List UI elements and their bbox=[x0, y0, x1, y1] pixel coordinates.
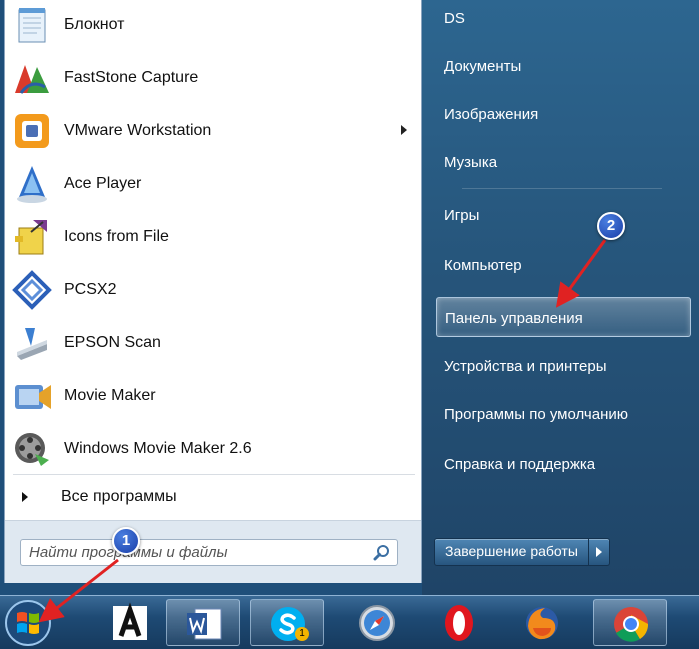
program-label: VMware Workstation bbox=[64, 122, 212, 139]
shutdown-options-button[interactable] bbox=[588, 538, 610, 566]
program-item-faststone-capture[interactable]: FastStone Capture bbox=[5, 53, 421, 103]
program-label: Ace Player bbox=[64, 175, 142, 192]
ace-player-icon bbox=[17, 166, 47, 203]
place-label: Музыка bbox=[444, 154, 498, 171]
place-label: Справка и поддержка bbox=[444, 456, 596, 473]
place-help-and-support[interactable]: Справка и поддержка bbox=[436, 448, 691, 482]
expand-arrow-icon bbox=[22, 492, 28, 502]
taskbar: 1 bbox=[0, 595, 699, 649]
taskbar-skype[interactable]: 1 bbox=[250, 599, 324, 646]
movie-maker-icon bbox=[15, 385, 51, 409]
separator bbox=[462, 188, 662, 189]
place-label: Изображения bbox=[444, 106, 539, 123]
font-viewer-icon bbox=[113, 602, 147, 640]
place-music[interactable]: Музыка bbox=[436, 146, 691, 180]
opera-icon bbox=[445, 605, 473, 641]
place-user-ds[interactable]: DS bbox=[436, 2, 691, 36]
program-item-pcsx2[interactable]: PCSX2 bbox=[5, 265, 421, 315]
taskbar-word[interactable] bbox=[166, 599, 240, 646]
epson-scan-icon bbox=[17, 328, 47, 360]
program-item-ace-player[interactable]: Ace Player bbox=[5, 159, 421, 209]
notepad-icon bbox=[18, 8, 46, 43]
program-item-movie-maker[interactable]: Movie Maker bbox=[5, 371, 421, 421]
program-item-icons-from-file[interactable]: Icons from File bbox=[5, 212, 421, 262]
place-documents[interactable]: Документы bbox=[436, 50, 691, 84]
separator bbox=[13, 474, 415, 475]
place-devices-and-printers[interactable]: Устройства и принтеры bbox=[436, 350, 691, 384]
place-label: DS bbox=[444, 10, 465, 27]
chrome-icon bbox=[614, 607, 649, 642]
program-label: EPSON Scan bbox=[64, 334, 161, 351]
program-item-epson-scan[interactable]: EPSON Scan bbox=[5, 318, 421, 368]
search-icon[interactable] bbox=[373, 544, 391, 562]
program-label: Блокнот bbox=[64, 16, 125, 33]
taskbar-firefox[interactable] bbox=[505, 599, 579, 646]
submenu-arrow-icon[interactable] bbox=[401, 125, 407, 135]
place-label: Компьютер bbox=[444, 257, 522, 274]
program-label: Movie Maker bbox=[64, 387, 156, 404]
place-label: Панель управления bbox=[445, 310, 583, 327]
place-label: Документы bbox=[444, 58, 522, 75]
faststone-capture-icon bbox=[15, 65, 49, 94]
word-icon bbox=[187, 608, 222, 640]
programs-pane: Блокнот FastStone Capture VMware Worksta… bbox=[4, 0, 422, 583]
pcsx2-icon bbox=[12, 270, 52, 310]
place-games[interactable]: Игры bbox=[436, 199, 691, 233]
place-control-panel[interactable]: Панель управления bbox=[436, 297, 691, 337]
program-label: FastStone Capture bbox=[64, 69, 199, 86]
all-programs-label: Все программы bbox=[61, 488, 177, 505]
program-item-notepad[interactable]: Блокнот bbox=[5, 0, 421, 50]
place-default-programs[interactable]: Программы по умолчанию bbox=[436, 398, 691, 432]
shutdown-group: Завершение работы bbox=[434, 538, 610, 566]
firefox-icon bbox=[526, 607, 558, 640]
vmware-icon bbox=[15, 114, 49, 148]
taskbar-font-viewer[interactable] bbox=[93, 599, 167, 646]
start-menu: Блокнот FastStone Capture VMware Worksta… bbox=[0, 0, 699, 595]
program-item-windows-movie-maker[interactable]: Windows Movie Maker 2.6 bbox=[5, 424, 421, 474]
icons-from-file-icon bbox=[15, 220, 47, 255]
search-box[interactable] bbox=[20, 539, 398, 566]
program-label: Icons from File bbox=[64, 228, 169, 245]
program-label: PCSX2 bbox=[64, 281, 117, 298]
shutdown-button[interactable]: Завершение работы bbox=[434, 538, 589, 566]
search-input[interactable] bbox=[29, 543, 359, 562]
place-label: Игры bbox=[444, 207, 480, 224]
program-label: Windows Movie Maker 2.6 bbox=[64, 440, 252, 457]
places-pane: DS Документы Изображения Музыка Игры Ком… bbox=[422, 0, 699, 595]
taskbar-safari[interactable] bbox=[340, 599, 414, 646]
notification-badge: 1 bbox=[295, 627, 309, 641]
program-item-vmware-workstation[interactable]: VMware Workstation bbox=[5, 106, 421, 156]
windows-movie-maker-icon bbox=[15, 433, 49, 466]
taskbar-opera[interactable] bbox=[422, 599, 496, 646]
safari-icon bbox=[359, 605, 395, 641]
place-label: Устройства и принтеры bbox=[444, 358, 607, 375]
all-programs-button[interactable]: Все программы bbox=[5, 483, 421, 513]
start-button[interactable] bbox=[3, 599, 53, 647]
place-pictures[interactable]: Изображения bbox=[436, 98, 691, 132]
place-label: Программы по умолчанию bbox=[444, 406, 628, 423]
taskbar-chrome[interactable] bbox=[593, 599, 667, 646]
search-area bbox=[5, 520, 421, 583]
place-computer[interactable]: Компьютер bbox=[436, 249, 691, 283]
